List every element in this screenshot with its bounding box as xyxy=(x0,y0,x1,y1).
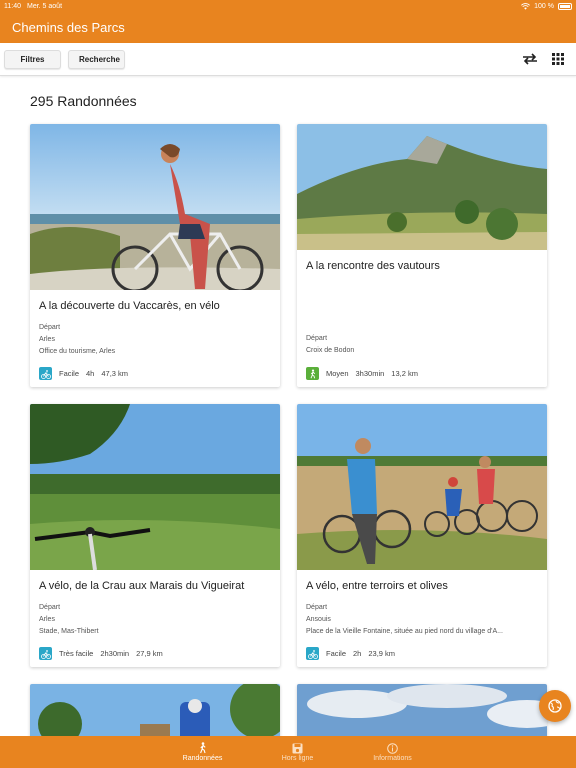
hike-photo xyxy=(30,404,280,570)
depart-label: Départ xyxy=(306,335,328,342)
duration: 2h xyxy=(353,649,362,658)
hike-title: A vélo, entre terroirs et olives xyxy=(306,580,448,592)
status-date: Mer. 5 août xyxy=(27,2,63,10)
hike-title: A la rencontre des vautours xyxy=(306,260,440,272)
results-count: 295 Randonnées xyxy=(30,93,137,109)
toolbar: Filtres Recherche xyxy=(0,43,576,76)
depart-place: Place de la Vieille Fontaine, située au … xyxy=(306,628,503,635)
hike-card[interactable] xyxy=(30,684,280,744)
swap-icon[interactable] xyxy=(522,53,538,65)
save-icon xyxy=(292,743,303,753)
difficulty: Facile xyxy=(326,649,347,658)
depart-city: Croix de Bodon xyxy=(306,347,355,354)
hike-photo xyxy=(30,124,280,290)
bike-icon xyxy=(39,367,52,380)
tab-label: Randonnées xyxy=(182,755,223,762)
depart-label: Départ xyxy=(306,604,328,611)
difficulty: Moyen xyxy=(326,369,349,378)
hiker-icon xyxy=(199,742,206,754)
hike-photo xyxy=(297,404,547,570)
status-time: 11:40 xyxy=(4,2,21,10)
info-icon xyxy=(387,742,398,754)
duration: 2h30min xyxy=(100,649,130,658)
distance: 13,2 km xyxy=(391,369,418,378)
globe-icon xyxy=(548,699,562,713)
depart-label: Départ xyxy=(39,604,61,611)
search-button[interactable]: Recherche xyxy=(68,49,125,69)
tab-randonnees[interactable]: Randonnées xyxy=(155,736,250,768)
difficulty: Très facile xyxy=(59,649,94,658)
depart-city: Arles xyxy=(39,336,55,343)
hike-photo xyxy=(30,684,280,744)
wifi-icon xyxy=(521,2,531,10)
hike-card[interactable]: A vélo, de la Crau aux Marais du Vigueir… xyxy=(30,404,280,667)
bike-icon xyxy=(306,647,319,660)
depart-place: Stade, Mas-Thibert xyxy=(39,628,99,635)
hike-title: A la découverte du Vaccarès, en vélo xyxy=(39,300,220,312)
hike-card[interactable]: A la découverte du Vaccarès, en vélo Dép… xyxy=(30,124,280,387)
hike-card[interactable]: A vélo, entre terroirs et olives Départ … xyxy=(297,404,547,667)
app-bar: Chemins des Parcs xyxy=(0,12,576,43)
status-bar: 11:40 Mer. 5 août 100 % xyxy=(0,0,576,12)
hike-title: A vélo, de la Crau aux Marais du Vigueir… xyxy=(39,580,245,592)
battery-icon xyxy=(558,2,572,10)
distance: 47,3 km xyxy=(101,369,129,378)
hike-card[interactable]: A la rencontre des vautours Départ Croix… xyxy=(297,124,547,387)
map-button[interactable] xyxy=(539,690,571,722)
app-title: Chemins des Parcs xyxy=(12,20,125,35)
hike-photo xyxy=(297,684,547,744)
depart-city: Ansouis xyxy=(306,616,331,623)
bottom-nav: Randonnées Hors ligne Informations xyxy=(0,736,576,768)
depart-label: Départ xyxy=(39,324,61,331)
distance: 23,9 km xyxy=(368,649,396,658)
tab-hors-ligne[interactable]: Hors ligne xyxy=(250,736,345,768)
tab-label: Hors ligne xyxy=(281,754,314,762)
filter-button[interactable]: Filtres xyxy=(4,49,61,69)
distance: 27,9 km xyxy=(136,649,163,658)
depart-city: Arles xyxy=(39,616,55,623)
difficulty: Facile xyxy=(59,369,80,378)
hiker-icon xyxy=(306,367,319,380)
duration: 4h xyxy=(86,369,95,378)
hike-card[interactable] xyxy=(297,684,547,744)
depart-place: Office du tourisme, Arles xyxy=(39,348,116,355)
battery-percent: 100 % xyxy=(534,2,554,10)
duration: 3h30min xyxy=(355,369,385,378)
tab-informations[interactable]: Informations xyxy=(345,736,440,768)
tab-label: Informations xyxy=(373,754,412,762)
grid-icon[interactable] xyxy=(552,53,564,65)
hike-photo xyxy=(297,124,547,250)
bike-icon xyxy=(39,647,52,660)
